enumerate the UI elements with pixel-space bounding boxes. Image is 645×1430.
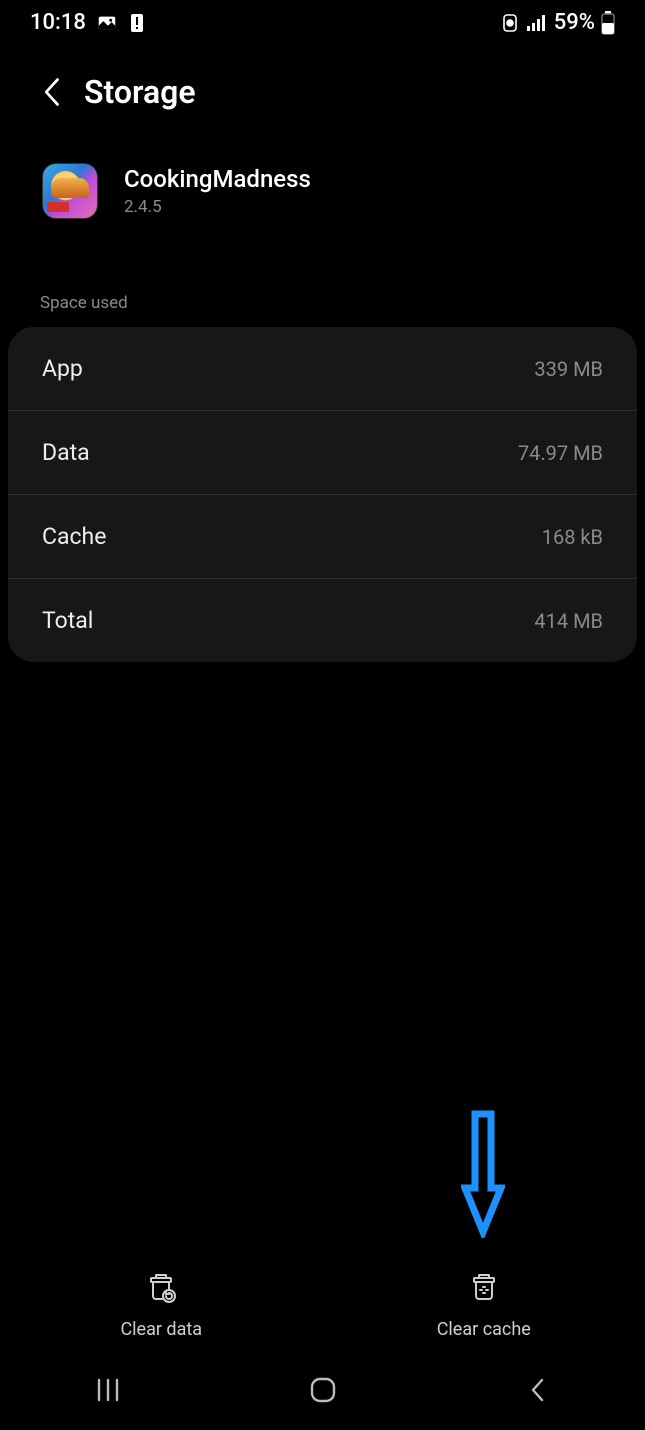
alert-icon	[128, 12, 146, 34]
row-label: Data	[42, 439, 90, 466]
nav-recents-button[interactable]	[48, 1377, 168, 1403]
trash-reset-icon	[144, 1270, 178, 1309]
row-label: Total	[42, 607, 93, 634]
app-info: CookingMadness 2.4.5	[0, 129, 645, 237]
app-version: 2.4.5	[124, 197, 311, 217]
app-icon	[42, 163, 98, 219]
clear-data-button[interactable]: Clear data	[0, 1270, 323, 1340]
row-value: 414 MB	[534, 609, 603, 633]
system-navbar	[0, 1350, 645, 1430]
notification-icon	[500, 12, 520, 34]
bottom-actions: Clear data Clear cache	[0, 1270, 645, 1340]
row-cache: Cache 168 kB	[8, 494, 637, 578]
status-bar: 10:18 59%	[0, 0, 645, 41]
page-title: Storage	[84, 73, 196, 111]
row-data: Data 74.97 MB	[8, 410, 637, 494]
clear-cache-button[interactable]: Clear cache	[323, 1270, 645, 1340]
back-button[interactable]	[40, 75, 66, 109]
battery-percentage: 59%	[554, 10, 595, 35]
row-value: 168 kB	[542, 525, 603, 549]
row-label: App	[42, 355, 83, 382]
section-label-space-used: Space used	[0, 237, 645, 327]
clear-cache-label: Clear cache	[437, 1319, 531, 1340]
status-time: 10:18	[30, 10, 86, 35]
row-value: 339 MB	[534, 357, 603, 381]
signal-icon	[526, 14, 548, 32]
row-label: Cache	[42, 523, 106, 550]
row-total: Total 414 MB	[8, 578, 637, 662]
row-app: App 339 MB	[8, 327, 637, 410]
trash-sparkle-icon	[467, 1270, 501, 1309]
nav-back-button[interactable]	[478, 1375, 598, 1405]
storage-breakdown-card: App 339 MB Data 74.97 MB Cache 168 kB To…	[8, 327, 637, 662]
clear-data-label: Clear data	[120, 1319, 202, 1340]
app-name: CookingMadness	[124, 165, 311, 193]
row-value: 74.97 MB	[518, 441, 603, 465]
annotation-arrow-icon	[461, 1110, 505, 1242]
battery-icon	[601, 11, 615, 35]
nav-home-button[interactable]	[263, 1374, 383, 1406]
image-icon	[96, 12, 118, 34]
